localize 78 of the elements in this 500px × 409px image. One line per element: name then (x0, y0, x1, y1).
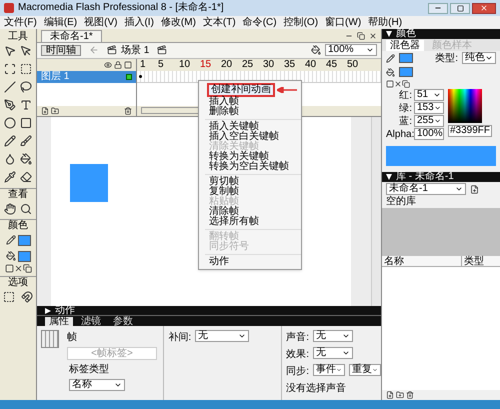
menu-item[interactable]: 控制(O) (284, 18, 318, 28)
channel-label: 红: (398, 88, 412, 102)
dropdown[interactable]: 事件 (313, 364, 345, 376)
menu-item[interactable]: 窗口(W) (325, 18, 362, 28)
frame-title: 帧 (67, 330, 78, 346)
frame-number: 45 (326, 60, 338, 70)
menu-item[interactable]: 转换为关键帧 (207, 152, 271, 162)
panel-title: 工具 (8, 31, 28, 43)
menu-item[interactable]: 转换为空白关键帧 (207, 162, 291, 172)
frame-number: 5 (158, 60, 165, 70)
sync-label: 同步: (286, 364, 309, 380)
frame-number: 20 (221, 60, 234, 70)
layer-name: 图层 1 (41, 70, 70, 84)
frame-number: 15 (200, 60, 212, 70)
menu-item[interactable]: 命令(C) (242, 18, 277, 28)
panel-tab[interactable]: 参数 (109, 317, 137, 326)
menu-item[interactable]: 帮助(H) (368, 18, 402, 28)
panel-tab[interactable]: 属性 (45, 317, 73, 326)
menu-item[interactable]: 选择所有帧 (207, 217, 261, 227)
panel-title: 查看 (8, 189, 28, 201)
dropdown[interactable]: 51 (414, 89, 444, 101)
type-label: 类型: (435, 52, 458, 66)
menu-item[interactable]: 文本(T) (202, 18, 236, 28)
menu-item[interactable]: 插入帧 (207, 97, 241, 107)
dropdown[interactable]: 153 (414, 102, 444, 114)
label-type-title: 标签类型 (69, 362, 110, 378)
channel-label: 蓝: (398, 114, 412, 128)
panel-tab[interactable]: 混色器 (386, 40, 424, 51)
dropdown[interactable]: 100% (325, 44, 377, 56)
effect-label: 效果: (286, 348, 309, 362)
menu-item[interactable]: 复制帧 (207, 187, 241, 197)
tween-label: 补间: (168, 330, 192, 346)
panel-tab[interactable]: 滤镜 (77, 317, 105, 326)
frame-number: 10 (179, 60, 192, 70)
frame-number: 40 (305, 60, 318, 70)
menu-item[interactable]: 动作 (207, 257, 231, 267)
dropdown[interactable]: 名称 (69, 379, 125, 392)
timeline-button[interactable]: 时间轴 (41, 44, 81, 56)
dropdown[interactable]: 255 (414, 115, 444, 127)
dropdown[interactable]: 未命名-1 (386, 183, 466, 195)
document-tab[interactable]: 未命名-1* (41, 30, 102, 42)
sound-label: 声音: (286, 330, 309, 346)
menu-item[interactable]: 编辑(E) (44, 18, 78, 28)
menu-item[interactable]: 插入(I) (124, 18, 154, 28)
frame-number: 50 (347, 60, 360, 70)
channel-label: 绿: (398, 102, 412, 116)
frame-number: 1 (140, 60, 147, 70)
menu-item[interactable]: 删除帧 (207, 107, 241, 117)
dropdown[interactable]: 无 (313, 330, 353, 342)
dropdown[interactable]: 无 (195, 330, 250, 342)
menu-item[interactable]: 视图(V) (84, 18, 118, 28)
dropdown[interactable]: 纯色 (462, 52, 496, 64)
panel-title: 选项 (8, 277, 28, 289)
panel-title[interactable]: 动作 (55, 306, 75, 316)
library-status: 空的库 (385, 196, 417, 208)
channel-label: Alpha: (386, 128, 412, 142)
scene-label: 场景 1 (121, 44, 150, 58)
frame-number: 25 (242, 60, 254, 70)
menu-item[interactable]: 插入空白关键帧 (207, 132, 281, 142)
menu-item[interactable]: 文件(F) (4, 18, 37, 28)
dropdown[interactable]: 无 (313, 347, 353, 360)
frame-number: 30 (263, 60, 276, 70)
menu-item[interactable]: 修改(M) (160, 18, 196, 28)
sound-status: 没有选择声音 (286, 382, 348, 396)
menu-item[interactable]: 创建补间动画 (207, 83, 275, 97)
layer-row[interactable]: 图层 1 (37, 70, 136, 83)
menu-item[interactable]: 清除帧 (207, 207, 241, 217)
frame-number: 35 (284, 60, 296, 70)
menu-item[interactable]: 剪切帧 (207, 177, 241, 187)
hex-value[interactable]: #3399FF (448, 125, 492, 137)
frame-label-field[interactable]: <帧标签> (67, 347, 157, 360)
window-title: Macromedia Flash Professional 8 - [未命名-1*] (18, 3, 224, 13)
menu-item[interactable]: 插入关键帧 (207, 122, 261, 132)
dropdown[interactable]: 100% (414, 128, 444, 140)
panel-title[interactable]: 颜色 (396, 29, 416, 39)
panel-title: 颜色 (8, 220, 28, 232)
dropdown[interactable]: 重复 (349, 364, 381, 376)
column-header[interactable]: 类型 (462, 256, 486, 266)
